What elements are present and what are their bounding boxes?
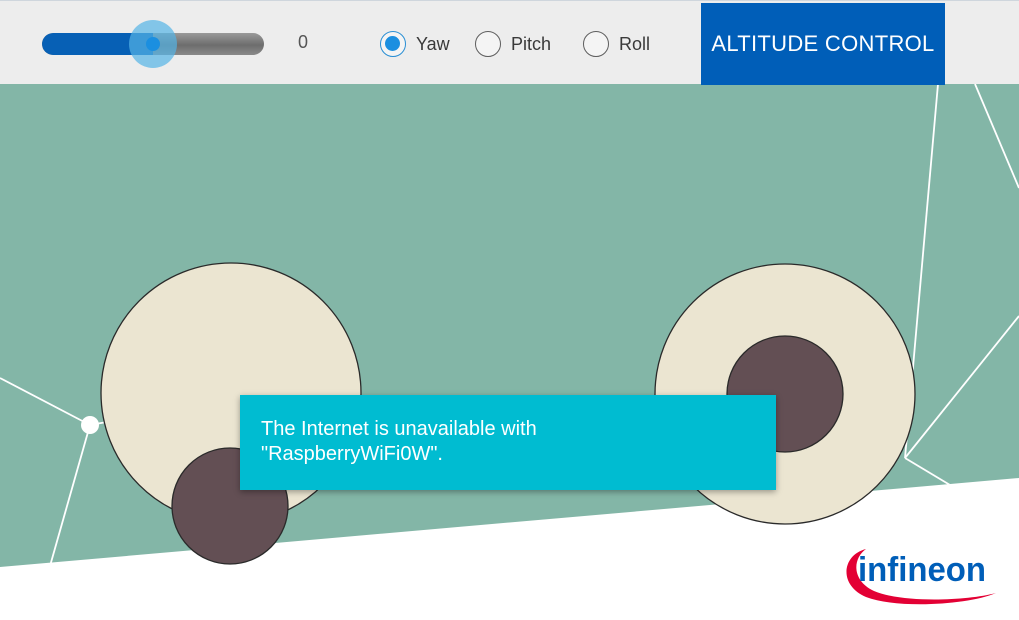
infineon-logo: infineon <box>846 549 996 605</box>
slider-thumb[interactable] <box>146 37 160 51</box>
toast-message-line2: "RaspberryWiFi0W". <box>261 443 443 465</box>
throttle-slider[interactable] <box>42 20 264 68</box>
radio-pitch-button[interactable] <box>475 31 501 57</box>
toast-notification: The Internet is unavailable with "Raspbe… <box>240 395 776 490</box>
radio-roll-label: Roll <box>619 33 651 54</box>
slider-value-label: 0 <box>298 32 309 52</box>
radio-roll[interactable]: Roll <box>583 29 650 59</box>
radio-selected-dot <box>385 36 400 51</box>
logo-text: infineon <box>858 551 986 589</box>
radio-yaw-label: Yaw <box>416 33 450 54</box>
toast-message-line1: The Internet is unavailable with <box>261 418 537 440</box>
top-toolbar: 0 Yaw Pitch Roll ALTITUDE CONTROL <box>0 0 1019 85</box>
altitude-control-button[interactable]: ALTITUDE CONTROL <box>701 3 945 85</box>
network-node <box>81 416 99 434</box>
radio-pitch-label: Pitch <box>511 33 552 54</box>
radio-yaw-button[interactable] <box>380 31 406 57</box>
joystick-canvas <box>0 83 1019 567</box>
radio-yaw[interactable]: Yaw <box>380 29 450 59</box>
radio-roll-button[interactable] <box>583 31 609 57</box>
app-screen: 0 Yaw Pitch Roll ALTITUDE CONTROL The In… <box>0 0 1019 620</box>
radio-pitch[interactable]: Pitch <box>475 29 551 59</box>
